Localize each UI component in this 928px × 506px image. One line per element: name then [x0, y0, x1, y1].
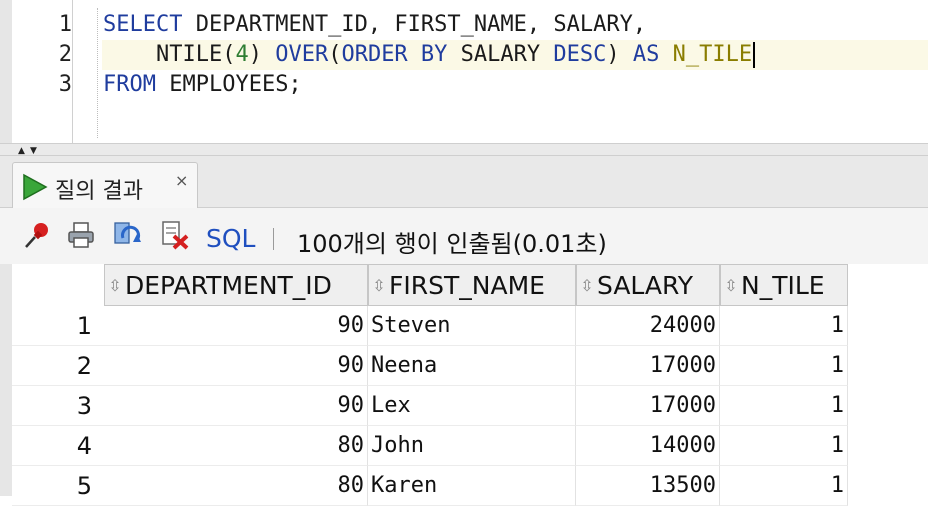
code-token: ( — [328, 42, 342, 67]
sort-icon[interactable]: ⇳ — [105, 265, 125, 307]
column-header-label: SALARY — [597, 271, 694, 300]
grid-left-edge — [0, 264, 12, 496]
text-caret — [753, 42, 756, 68]
alias-token: N_TILE — [672, 42, 753, 67]
sort-icon[interactable]: ⇳ — [577, 265, 597, 307]
run-result-icon — [23, 173, 48, 201]
line-number-gutter: 1 2 3 — [12, 0, 73, 143]
print-icon[interactable] — [66, 220, 96, 250]
cell-n-tile[interactable]: 1 — [720, 306, 848, 346]
refresh-icon[interactable] — [113, 220, 143, 250]
row-number: 2 — [12, 346, 104, 386]
tab-query-result[interactable]: 질의 결과 × — [12, 162, 198, 208]
line-number: 3 — [58, 72, 72, 97]
code-line-2[interactable]: NTILE(4) OVER(ORDER BY SALARY DESC) AS N… — [103, 40, 756, 70]
cell-salary[interactable]: 24000 — [576, 306, 720, 346]
keyword-token: OVER — [275, 42, 329, 67]
cell-n-tile[interactable]: 1 — [720, 346, 848, 386]
row-number: 4 — [12, 426, 104, 466]
tab-label: 질의 결과 — [55, 179, 143, 204]
indent-guide — [97, 8, 98, 138]
cell-salary[interactable]: 13500 — [576, 466, 720, 506]
cell-salary[interactable]: 17000 — [576, 346, 720, 386]
collapse-up-icon[interactable]: ▲ — [18, 147, 25, 156]
cell-department-id[interactable]: 90 — [104, 346, 368, 386]
column-header-n-tile[interactable]: ⇳ N_TILE — [720, 264, 848, 306]
sql-editor[interactable]: 1 2 3 SELECT DEPARTMENT_ID, FIRST_NAME, … — [0, 0, 928, 143]
cell-n-tile[interactable]: 1 — [720, 426, 848, 466]
line-number: 1 — [58, 12, 72, 37]
code-token: ) — [606, 42, 633, 67]
toolbar-divider — [273, 228, 274, 250]
collapse-down-icon[interactable]: ▼ — [30, 147, 37, 156]
keyword-token: FROM — [103, 72, 156, 97]
keyword-token: SELECT — [103, 12, 183, 37]
code-token: EMPLOYEES; — [155, 72, 302, 97]
clear-grid-icon[interactable] — [160, 220, 190, 250]
close-icon[interactable]: × — [175, 171, 188, 190]
results-toolbar: SQL 100개의 행이 인출됨(0.01초) — [0, 208, 928, 264]
column-header-label: N_TILE — [741, 271, 825, 300]
table-row[interactable]: 5 80 Karen 13500 1 — [12, 466, 928, 506]
column-header-department-id[interactable]: ⇳ DEPARTMENT_ID — [104, 264, 368, 306]
pane-splitter[interactable]: ▲ ▼ — [0, 143, 928, 156]
row-number: 1 — [12, 306, 104, 346]
column-header-salary[interactable]: ⇳ SALARY — [576, 264, 720, 306]
row-number: 5 — [12, 466, 104, 506]
row-number: 3 — [12, 386, 104, 426]
keyword-token: AS — [632, 42, 660, 67]
cell-department-id[interactable]: 90 — [104, 306, 368, 346]
pin-icon[interactable] — [22, 220, 52, 250]
cell-department-id[interactable]: 80 — [104, 426, 368, 466]
table-row[interactable]: 4 80 John 14000 1 — [12, 426, 928, 466]
line-number: 2 — [58, 42, 72, 67]
cell-first-name[interactable]: Neena — [368, 346, 576, 386]
column-header-first-name[interactable]: ⇳ FIRST_NAME — [368, 264, 576, 306]
cell-n-tile[interactable]: 1 — [720, 386, 848, 426]
keyword-token: DESC — [553, 42, 607, 67]
code-token: DEPARTMENT_ID, FIRST_NAME, SALARY, — [182, 12, 647, 37]
results-grid[interactable]: ⇳ DEPARTMENT_ID ⇳ FIRST_NAME ⇳ SALARY ⇳ N_TI… — [0, 264, 928, 506]
cell-first-name[interactable]: Lex — [368, 386, 576, 426]
cell-department-id[interactable]: 90 — [104, 386, 368, 426]
table-row[interactable]: 3 90 Lex 17000 1 — [12, 386, 928, 426]
code-token: ( — [222, 42, 236, 67]
code-token: SALARY — [447, 42, 554, 67]
results-tab-bar: 질의 결과 × — [0, 156, 928, 208]
cell-salary[interactable]: 17000 — [576, 386, 720, 426]
sql-button[interactable]: SQL — [206, 224, 255, 253]
cell-first-name[interactable]: Karen — [368, 466, 576, 506]
code-token: ) — [248, 42, 276, 67]
table-row[interactable]: 2 90 Neena 17000 1 — [12, 346, 928, 386]
sort-icon[interactable]: ⇳ — [721, 265, 741, 307]
code-line-1[interactable]: SELECT DEPARTMENT_ID, FIRST_NAME, SALARY… — [103, 10, 646, 40]
table-row[interactable]: 1 90 Steven 24000 1 — [12, 306, 928, 346]
number-token: 4 — [235, 42, 249, 67]
sort-icon[interactable]: ⇳ — [369, 265, 389, 307]
column-header-label: FIRST_NAME — [389, 271, 545, 300]
keyword-token: ORDER BY — [341, 42, 448, 67]
cell-first-name[interactable]: John — [368, 426, 576, 466]
cell-department-id[interactable]: 80 — [104, 466, 368, 506]
function-token: NTILE — [155, 42, 223, 67]
code-line-3[interactable]: FROM EMPLOYEES; — [103, 70, 302, 100]
fetch-status: 100개의 행이 인출됨(0.01초) — [297, 230, 607, 258]
column-header-label: DEPARTMENT_ID — [125, 271, 332, 300]
cell-n-tile[interactable]: 1 — [720, 466, 848, 506]
cell-salary[interactable]: 14000 — [576, 426, 720, 466]
cell-first-name[interactable]: Steven — [368, 306, 576, 346]
